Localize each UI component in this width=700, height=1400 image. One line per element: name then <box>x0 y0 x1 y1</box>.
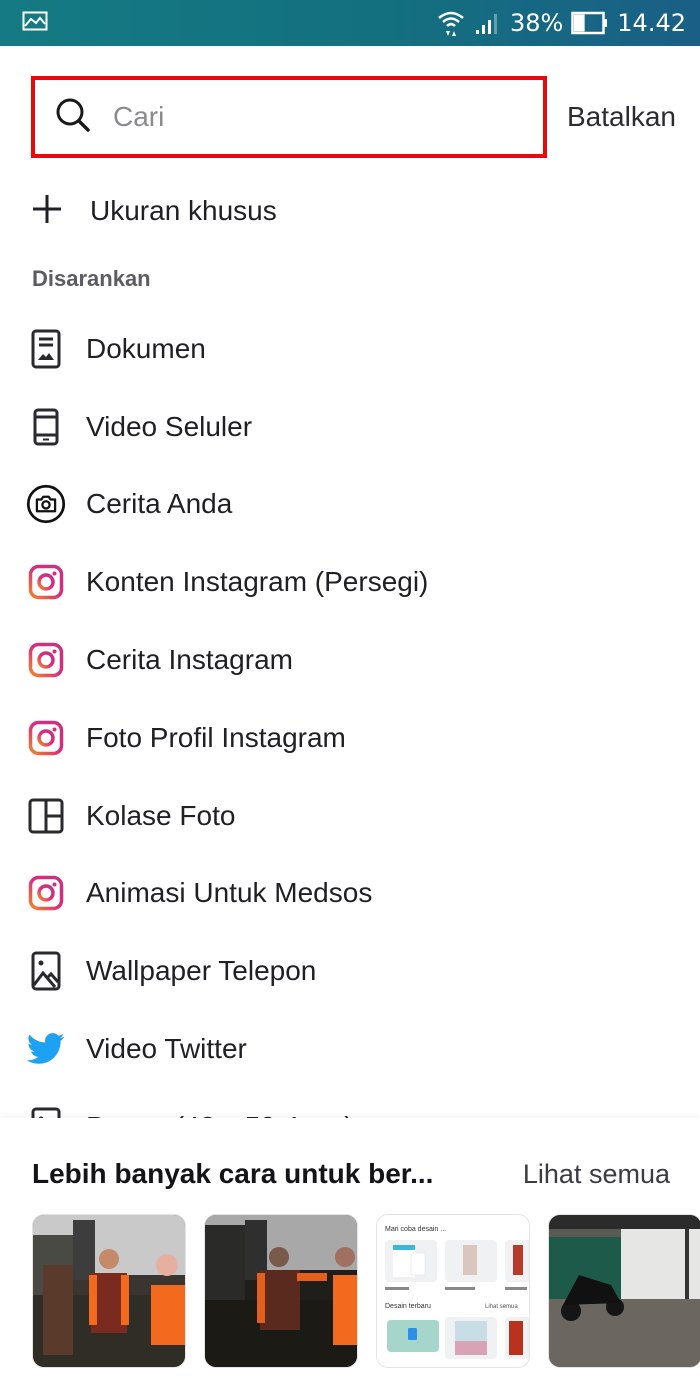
suggest-item-label: Poster (42 x 59.4 cm) <box>86 1111 354 1118</box>
thumb-sublink: Lihat semua <box>485 1304 518 1310</box>
suggest-item-video-twitter[interactable]: Video Twitter <box>0 1010 700 1088</box>
gallery-notification-icon <box>22 11 48 36</box>
thumb-subcaption: Desain terbaru <box>385 1303 431 1310</box>
image-portrait-icon <box>26 951 66 991</box>
custom-size-button[interactable]: Ukuran khusus <box>30 186 277 236</box>
suggested-heading: Disarankan <box>32 266 151 291</box>
suggest-item-label: Animasi Untuk Medsos <box>86 877 373 909</box>
cellular-signal-icon <box>474 11 502 35</box>
clock: 14.42 <box>617 9 686 37</box>
suggest-item-foto-profil-instagram[interactable]: Foto Profil Instagram <box>0 699 700 777</box>
see-all-button[interactable]: Lihat semua <box>523 1159 670 1190</box>
camera-icon <box>26 484 66 524</box>
image-portrait-icon <box>26 1107 66 1118</box>
suggest-item-label: Wallpaper Telepon <box>86 955 317 987</box>
suggest-item-label: Konten Instagram (Persegi) <box>86 566 429 598</box>
search-input[interactable] <box>113 101 493 133</box>
suggest-item-poster[interactable]: Poster (42 x 59.4 cm) <box>0 1088 700 1118</box>
wifi-icon <box>436 8 466 38</box>
thumb-caption: Mari coba desain ... <box>385 1226 446 1233</box>
cancel-button[interactable]: Batalkan <box>567 101 676 133</box>
search-row: Batalkan <box>31 76 700 158</box>
thumbnail-photo-motorcycle[interactable] <box>548 1214 700 1368</box>
suggest-item-dokumen[interactable]: Dokumen <box>0 310 700 388</box>
more-ways-header: Lebih banyak cara untuk ber... Lihat sem… <box>32 1158 670 1190</box>
thumbnail-row: Mari coba desain ... Desain terbaru Liha… <box>32 1214 700 1368</box>
twitter-bird-icon <box>26 1029 66 1069</box>
suggest-item-label: Kolase Foto <box>86 799 236 831</box>
suggest-item-label: Foto Profil Instagram <box>86 721 346 753</box>
document-icon <box>26 329 66 369</box>
suggest-item-cerita-instagram[interactable]: Cerita Instagram <box>0 621 700 699</box>
collage-layout-icon <box>26 796 66 836</box>
thumbnail-photo-group-dark[interactable] <box>204 1214 358 1368</box>
thumbnail-photo-group[interactable] <box>32 1214 186 1368</box>
suggest-item-cerita-anda[interactable]: Cerita Anda <box>0 466 700 544</box>
more-ways-title: Lebih banyak cara untuk ber... <box>32 1158 434 1189</box>
suggested-list: Dokumen Video Seluler Cerita Anda Konten… <box>0 310 700 1118</box>
thumbnail-canva-screenshot[interactable]: Mari coba desain ... Desain terbaru Liha… <box>376 1214 530 1368</box>
search-icon <box>53 95 93 140</box>
battery-percent: 38% <box>509 9 564 37</box>
suggest-item-label: Video Seluler <box>86 410 253 442</box>
instagram-icon <box>26 640 66 680</box>
suggest-item-label: Dokumen <box>86 332 206 364</box>
mobile-phone-icon <box>26 407 66 447</box>
suggest-item-wallpaper-telepon[interactable]: Wallpaper Telepon <box>0 932 700 1010</box>
suggest-item-label: Cerita Anda <box>86 488 233 520</box>
suggest-item-label: Cerita Instagram <box>86 644 293 676</box>
instagram-icon <box>26 718 66 758</box>
status-bar: 38% 14.42 <box>0 0 700 46</box>
suggest-item-konten-instagram[interactable]: Konten Instagram (Persegi) <box>0 543 700 621</box>
plus-icon <box>30 192 64 231</box>
suggest-item-kolase-foto[interactable]: Kolase Foto <box>0 777 700 855</box>
instagram-icon <box>26 873 66 913</box>
suggest-item-video-seluler[interactable]: Video Seluler <box>0 388 700 466</box>
instagram-icon <box>26 562 66 602</box>
suggest-item-animasi-medsos[interactable]: Animasi Untuk Medsos <box>0 855 700 933</box>
battery-icon <box>571 11 609 35</box>
search-box[interactable] <box>31 76 547 158</box>
suggest-item-label: Video Twitter <box>86 1033 247 1065</box>
custom-size-label: Ukuran khusus <box>90 195 277 226</box>
more-ways-panel: Lebih banyak cara untuk ber... Lihat sem… <box>0 1118 700 1400</box>
